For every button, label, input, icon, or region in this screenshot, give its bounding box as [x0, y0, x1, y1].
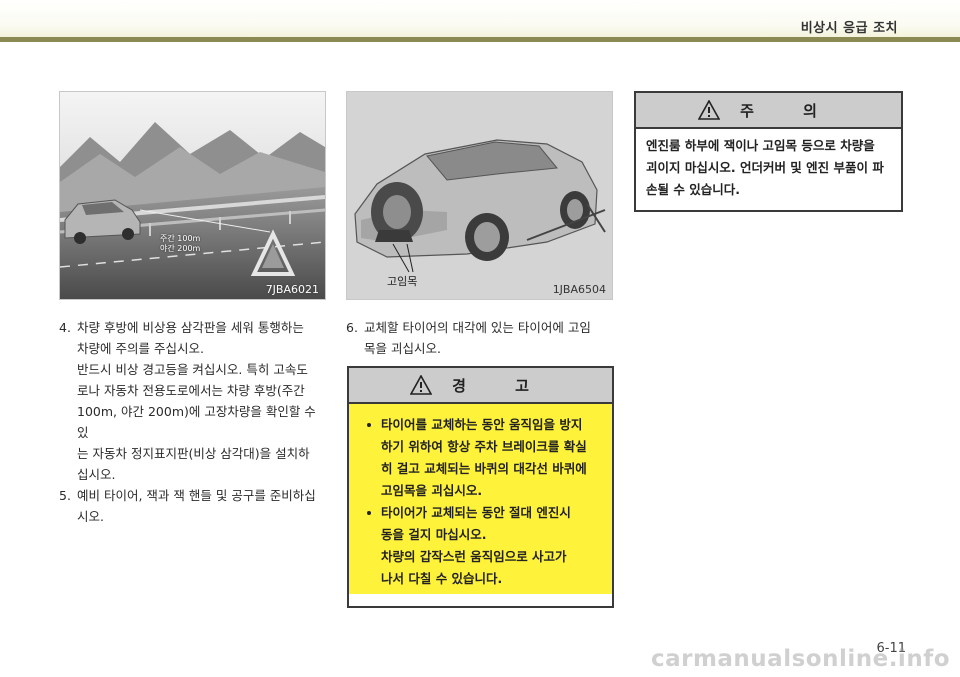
warning-text: 타이어가 교체되는 동안 절대 엔진시	[381, 505, 571, 520]
step-text: 반드시 비상 경고등을 켜십시오. 특히 고속도	[77, 362, 308, 377]
warning-text: 차량의 갑작스런 움직임으로 사고가	[381, 549, 567, 564]
wheel-chock-icon	[375, 230, 413, 242]
caution-text: 괴이지 마십시오. 언더커버 및 엔진 부품이 파	[646, 160, 884, 175]
page-header: 비상시 응급 조치	[0, 0, 960, 42]
step-6: 6. 교체할 타이어의 대각에 있는 타이어에 고임 목을 괴십시오.	[346, 317, 618, 359]
step-text: 시오.	[77, 509, 104, 524]
warning-text: 고임목을 괴십시오.	[381, 483, 483, 498]
step-4: 4. 차량 후방에 비상용 삼각판을 세워 통행하는 차량에 주의를 주십시오.	[59, 317, 331, 359]
warning-bullet: 타이어가 교체되는 동안 절대 엔진시 동을 걸지 마십시오. 차량의 갑작스런…	[361, 502, 600, 590]
caution-body: 엔진룸 하부에 잭이나 고임목 등으로 차량을 괴이지 마십시오. 언더커버 및…	[636, 129, 901, 207]
warning-text: 동을 걸지 마십시오.	[381, 527, 487, 542]
warning-text: 히 걸고 교체되는 바퀴의 대각선 바퀴에	[381, 461, 587, 476]
steps-list-left: 4. 차량 후방에 비상용 삼각판을 세워 통행하는 차량에 주의를 주십시오.…	[59, 317, 331, 527]
figure-wheel-chock: 고임목 1JBA6504	[346, 91, 613, 300]
step-text: 예비 타이어, 잭과 잭 핸들 및 공구를 준비하십	[77, 488, 316, 503]
header-rule	[0, 37, 960, 42]
step-5: 5. 예비 타이어, 잭과 잭 핸들 및 공구를 준비하십 시오.	[59, 485, 331, 527]
step-number: 6.	[346, 320, 358, 335]
step-text: 십시오.	[77, 467, 116, 482]
distance-day: 주간 100m	[160, 234, 201, 243]
warning-text: 타이어를 교체하는 동안 움직임을 방지	[381, 417, 583, 432]
caution-title: 주 의	[740, 101, 839, 120]
step-text: 차량 후방에 비상용 삼각판을 세워 통행하는	[77, 320, 304, 335]
figure-code: 7JBA6021	[265, 283, 319, 296]
step-text: 로나 자동차 전용도로에서는 차량 후방(주간	[77, 383, 305, 398]
warning-text: 나서 다칠 수 있습니다.	[381, 571, 503, 586]
step-4-note: 반드시 비상 경고등을 켜십시오. 특히 고속도 로나 자동차 전용도로에서는 …	[59, 359, 331, 485]
step-text: 목을 괴십시오.	[364, 341, 441, 356]
caution-header: 주 의	[636, 93, 901, 129]
highway-illustration	[60, 92, 325, 299]
step-number: 4.	[59, 320, 71, 335]
distance-label: 주간 100m 야간 200m	[160, 234, 200, 254]
step-text: 100m, 야간 200m)에 고장차량을 확인할 수 있	[77, 404, 316, 440]
step-text: 차량에 주의를 주십시오.	[77, 341, 204, 356]
figure-warning-triangle: 주간 100m 야간 200m 7JBA6021	[59, 91, 326, 300]
wheel-chock-callout: 고임목	[387, 275, 418, 288]
warning-bullets: 타이어를 교체하는 동안 움직임을 방지 하기 위하여 항상 주차 브레이크를 …	[361, 414, 600, 590]
warning-triangle-icon	[410, 375, 433, 395]
caution-text: 손될 수 있습니다.	[646, 182, 740, 197]
steps-list-middle: 6. 교체할 타이어의 대각에 있는 타이어에 고임 목을 괴십시오.	[346, 317, 618, 359]
distance-night: 야간 200m	[160, 244, 201, 253]
warning-title: 경 고	[452, 376, 551, 395]
caution-triangle-icon	[698, 100, 721, 120]
watermark: carmanualsonline.info	[650, 646, 950, 672]
warning-text: 하기 위하여 항상 주차 브레이크를 확실	[381, 439, 587, 454]
step-text: 교체할 타이어의 대각에 있는 타이어에 고임	[364, 320, 591, 335]
step-text: 는 자동차 정지표지판(비상 삼각대)을 설치하	[77, 446, 310, 461]
figure-code: 1JBA6504	[552, 283, 606, 296]
warning-box: 경 고 타이어를 교체하는 동안 움직임을 방지 하기 위하여 항상 주차 브레…	[347, 366, 614, 608]
section-title: 비상시 응급 조치	[800, 21, 898, 36]
warning-header: 경 고	[349, 368, 612, 404]
car-chock-illustration	[347, 92, 612, 299]
caution-box: 주 의 엔진룸 하부에 잭이나 고임목 등으로 차량을 괴이지 마십시오. 언더…	[634, 91, 903, 212]
warning-bullet: 타이어를 교체하는 동안 움직임을 방지 하기 위하여 항상 주차 브레이크를 …	[361, 414, 600, 502]
caution-text: 엔진룸 하부에 잭이나 고임목 등으로 차량을	[646, 138, 875, 153]
warning-body: 타이어를 교체하는 동안 움직임을 방지 하기 위하여 항상 주차 브레이크를 …	[349, 404, 612, 594]
step-number: 5.	[59, 488, 71, 503]
